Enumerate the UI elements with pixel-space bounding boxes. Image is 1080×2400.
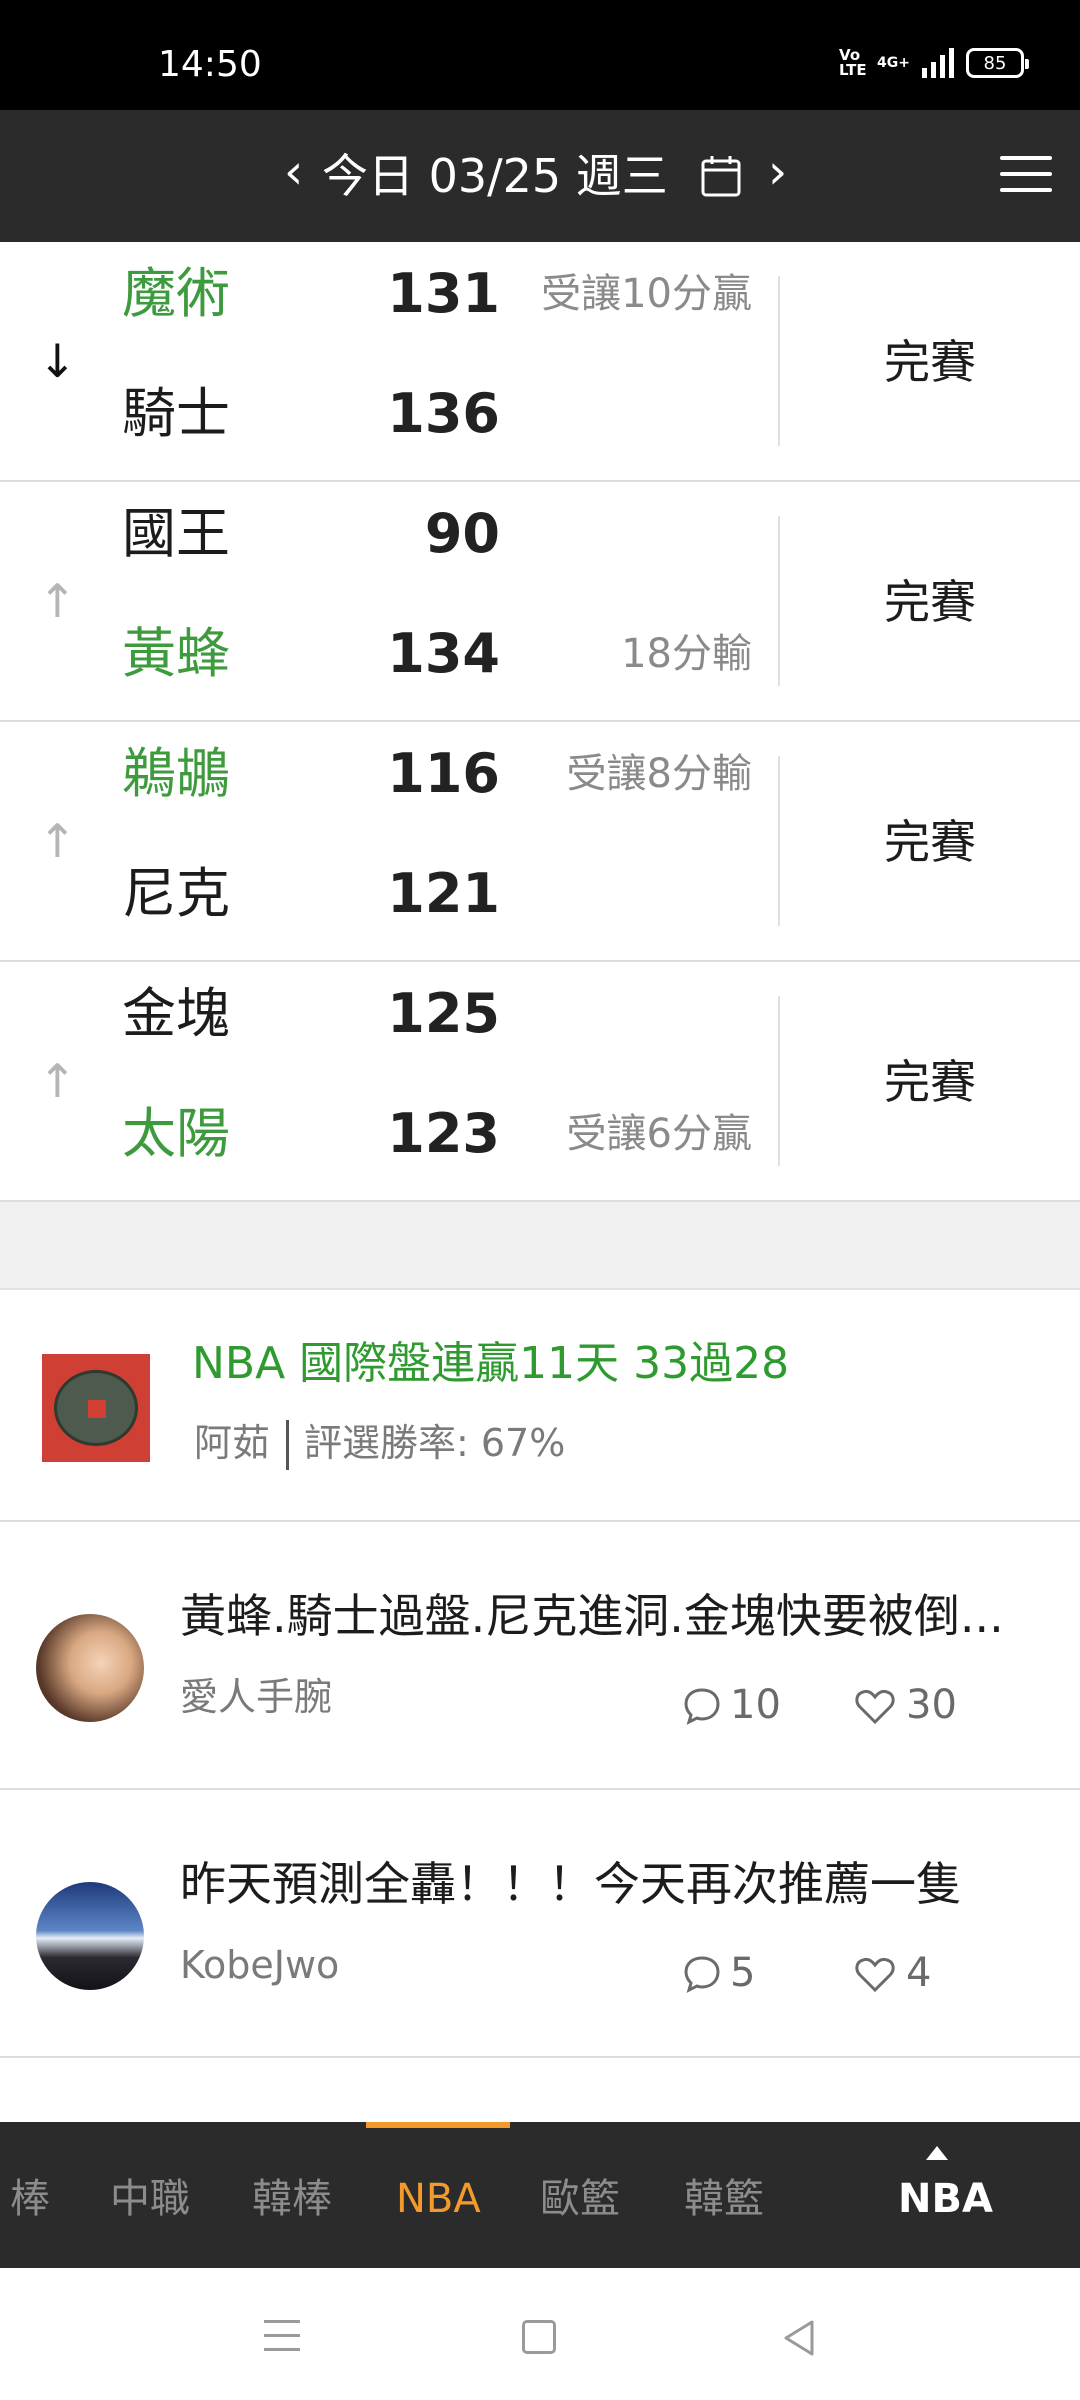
team-name: 騎士 xyxy=(122,382,230,445)
team-score: 134 xyxy=(387,622,500,685)
list-item[interactable]: 昨天預測全轟！！！今天再次推薦一隻 KobeJwo 5 4 xyxy=(0,1790,1080,2058)
team-score: 125 xyxy=(387,982,500,1045)
team-score: 116 xyxy=(387,742,500,805)
game-status: 完賽 xyxy=(884,1055,976,1109)
caret-up-icon[interactable] xyxy=(926,2146,948,2160)
team-name: 魔術 xyxy=(122,262,230,325)
tab-nba[interactable]: NBA xyxy=(396,2174,481,2224)
team-name: 尼克 xyxy=(122,862,230,925)
recent-apps-icon[interactable] xyxy=(264,2320,300,2362)
heart-icon[interactable] xyxy=(854,1954,896,1994)
team-score: 131 xyxy=(387,262,500,325)
arrow-up-icon[interactable]: ↑ xyxy=(38,818,77,864)
team-name: 太陽 xyxy=(122,1102,230,1165)
battery-icon: 85 xyxy=(966,48,1029,78)
games-list: ↓ 魔術 131 受讓10分贏 騎士 136 完賽 ↑ 國王 90 黃蜂 134 18分輸 完賽 ↑ 鵜鶘 11… xyxy=(0,242,1080,1202)
tab-kbo[interactable]: 韓棒 xyxy=(252,2174,332,2224)
tab-korea-basketball[interactable]: 韓籃 xyxy=(684,2174,764,2224)
featured-post[interactable]: NBA 國際盤連贏11天 33過28 阿茹 評選勝率: 67% xyxy=(0,1290,1080,1522)
league-tab-bar: 棒 中職 韓棒 NBA 歐籃 韓籃 NBA xyxy=(0,2122,1080,2268)
section-divider xyxy=(0,1202,1080,1290)
spread-result: 受讓8分輸 xyxy=(566,751,752,797)
game-row[interactable]: ↑ 金塊 125 太陽 123 受讓6分贏 完賽 xyxy=(0,962,1080,1202)
chevron-left-icon[interactable]: ‹ xyxy=(284,148,303,196)
game-status: 完賽 xyxy=(884,815,976,869)
team-score: 123 xyxy=(387,1102,500,1165)
active-tab-indicator xyxy=(366,2122,510,2128)
team-name: 黃蜂 xyxy=(122,622,230,685)
status-time: 14:50 xyxy=(158,44,262,85)
post-author: 愛人手腕 xyxy=(180,1675,333,1719)
chevron-right-icon[interactable]: › xyxy=(768,148,787,196)
featured-post-win-rate: 評選勝率: 67% xyxy=(304,1421,566,1465)
team-score: 90 xyxy=(424,502,500,565)
coin-thumbnail xyxy=(42,1354,150,1462)
calendar-icon[interactable] xyxy=(700,154,742,198)
post-title[interactable]: 黃蜂.騎士過盤.尼克進洞.金塊快要被倒... xyxy=(180,1586,1020,1646)
like-count: 4 xyxy=(906,1950,932,1996)
like-count: 30 xyxy=(906,1682,957,1728)
hamburger-menu-icon[interactable] xyxy=(1000,156,1052,196)
spread-result: 18分輸 xyxy=(621,631,752,677)
network-type: 4G+ xyxy=(877,55,910,71)
tab-euro-basketball[interactable]: 歐籃 xyxy=(540,2174,620,2224)
back-icon[interactable] xyxy=(780,2318,818,2358)
game-row[interactable]: ↓ 魔術 131 受讓10分贏騎士 136 完賽 xyxy=(0,242,1080,482)
spread-result: 受讓10分贏 xyxy=(541,271,752,317)
tab-baseball[interactable]: 棒 xyxy=(10,2174,50,2224)
status-bar: 14:50 Vo LTE 4G+ 85 xyxy=(0,0,1080,110)
heart-icon[interactable] xyxy=(854,1686,896,1726)
team-name: 國王 xyxy=(122,502,230,565)
featured-post-title[interactable]: NBA 國際盤連贏11天 33過28 xyxy=(192,1336,789,1392)
battery-level: 85 xyxy=(983,52,1007,74)
signal-icon xyxy=(922,48,954,78)
post-author: KobeJwo xyxy=(180,1943,340,1987)
post-title[interactable]: 昨天預測全轟！！！今天再次推薦一隻 xyxy=(180,1854,1020,1914)
list-item[interactable]: 黃蜂.騎士過盤.尼克進洞.金塊快要被倒... 愛人手腕 10 30 xyxy=(0,1522,1080,1790)
team-score: 136 xyxy=(387,382,500,445)
game-status: 完賽 xyxy=(884,335,976,389)
spread-result: 受讓6分贏 xyxy=(566,1111,752,1157)
home-icon[interactable] xyxy=(522,2320,556,2354)
comment-count: 5 xyxy=(730,1950,756,1996)
arrow-up-icon[interactable]: ↑ xyxy=(38,578,77,624)
comment-count: 10 xyxy=(730,1682,781,1728)
comment-icon xyxy=(684,1688,720,1725)
system-nav-bar xyxy=(0,2268,1080,2400)
author-separator xyxy=(286,1420,289,1470)
arrow-up-icon[interactable]: ↑ xyxy=(38,1058,77,1104)
team-name: 金塊 xyxy=(122,982,230,1045)
game-row[interactable]: ↑ 鵜鶘 116 受讓8分輸尼克 121 完賽 xyxy=(0,722,1080,962)
tab-cpbl[interactable]: 中職 xyxy=(110,2174,190,2224)
volte-icon: Vo LTE xyxy=(839,46,867,79)
comment-icon xyxy=(684,1956,720,1993)
featured-post-author: 阿茹 xyxy=(194,1421,271,1465)
avatar[interactable] xyxy=(36,1614,144,1722)
game-row[interactable]: ↑ 國王 90 黃蜂 134 18分輸 完賽 xyxy=(0,482,1080,722)
posts-list: NBA 國際盤連贏11天 33過28 阿茹 評選勝率: 67% 黃蜂.騎士過盤.… xyxy=(0,1290,1080,2058)
current-league-selector[interactable]: NBA xyxy=(898,2174,993,2224)
date-header: ‹ 今日 03/25 週三 › xyxy=(0,110,1080,242)
arrow-down-icon[interactable]: ↓ xyxy=(38,338,77,384)
avatar[interactable] xyxy=(36,1882,144,1990)
status-icons: Vo LTE 4G+ 85 xyxy=(839,46,1029,79)
coin-icon xyxy=(54,1370,138,1446)
team-name: 鵜鶘 xyxy=(122,742,230,805)
date-title[interactable]: 今日 03/25 週三 xyxy=(322,150,668,202)
game-status: 完賽 xyxy=(884,575,976,629)
team-score: 121 xyxy=(387,862,500,925)
